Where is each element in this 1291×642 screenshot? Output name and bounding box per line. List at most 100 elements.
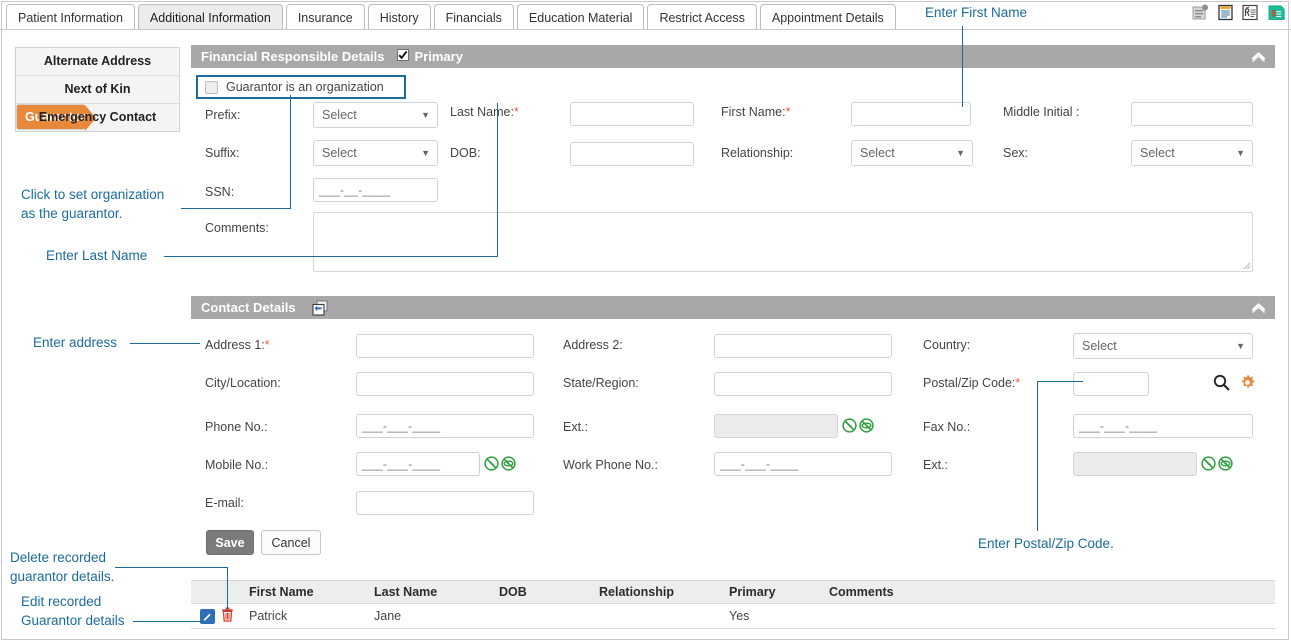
secondary-sidebar: Alternate Address Next of Kin Guarantor … (15, 47, 180, 132)
prescription-icon[interactable] (1242, 4, 1258, 21)
dob-label: DOB: (450, 146, 481, 160)
annotation-postal-leader-h (1037, 381, 1083, 382)
annotation-last-name-leader-v (497, 103, 498, 257)
ssn-input[interactable]: ___-__-____ (313, 178, 438, 202)
save-button[interactable]: Save (206, 530, 254, 555)
notes-icon[interactable] (1192, 4, 1209, 21)
sex-select[interactable]: Select ▼ (1131, 140, 1253, 166)
middle-initial-label: Middle Initial : (1003, 105, 1080, 119)
tab-appointment-details[interactable]: Appointment Details (759, 4, 896, 30)
chevron-up-icon[interactable] (1249, 299, 1267, 315)
clipboard-icon[interactable] (1218, 4, 1233, 21)
work-phone-input[interactable]: ___-___-____ (714, 452, 892, 476)
fax-input[interactable]: ___-___-____ (1073, 414, 1253, 438)
resize-grip-icon[interactable] (1242, 261, 1251, 270)
billing-icon[interactable]: $ (1267, 4, 1285, 21)
relationship-select-value: Select (860, 146, 895, 160)
annotation-first-name: Enter First Name (925, 5, 1028, 20)
cancel-button[interactable]: Cancel (261, 530, 321, 555)
no-sms-icon[interactable] (1201, 456, 1216, 474)
organization-checkbox[interactable] (205, 80, 218, 94)
mobile-mask: ___-___-____ (362, 457, 441, 471)
sidebar-item-alternate-address[interactable]: Alternate Address (16, 48, 179, 76)
main-tabstrip: Patient Information Additional Informati… (6, 2, 899, 30)
suffix-select[interactable]: Select ▼ (313, 140, 438, 166)
postal-label: Postal/Zip Code:* (923, 376, 1021, 390)
phone-mask: ___-___-____ (362, 419, 441, 433)
fax-label: Fax No.: (923, 420, 971, 434)
no-call-icon[interactable] (859, 418, 874, 436)
last-name-label: Last Name:* (450, 105, 519, 119)
table-header-dob: DOB (499, 585, 527, 599)
tab-restrict-access[interactable]: Restrict Access (647, 4, 757, 30)
ssn-label: SSN: (205, 185, 235, 199)
annotation-edit: Edit recorded Guarantor details (21, 594, 125, 628)
tab-financials[interactable]: Financials (433, 4, 514, 30)
state-input[interactable] (714, 372, 892, 396)
postal-input[interactable] (1073, 372, 1149, 396)
table-row[interactable]: Patrick Jane Yes (191, 604, 1275, 629)
organization-checkbox-label: Guarantor is an organization (226, 80, 384, 94)
sidebar-item-emergency-contact[interactable]: Emergency Contact (16, 104, 179, 131)
phone-input[interactable]: ___-___-____ (356, 414, 534, 438)
email-input[interactable] (356, 491, 534, 515)
table-header-last-name: Last Name (374, 585, 438, 599)
middle-initial-input[interactable] (1131, 102, 1253, 126)
row-last-name: Jane (374, 609, 402, 623)
tab-history[interactable]: History (367, 4, 431, 30)
email-label: E-mail: (205, 496, 244, 510)
row-primary: Yes (729, 609, 750, 623)
chevron-down-icon: ▼ (1236, 341, 1245, 351)
relationship-label: Relationship: (721, 146, 794, 160)
address2-input[interactable] (714, 334, 892, 358)
table-header-relationship: Relationship (599, 585, 675, 599)
row-first-name: Patrick (249, 609, 288, 623)
gear-icon[interactable] (1239, 374, 1256, 394)
city-input[interactable] (356, 372, 534, 396)
sex-select-value: Select (1140, 146, 1175, 160)
mobile-contact-preference-icons (484, 456, 516, 474)
dob-input[interactable] (570, 142, 694, 166)
search-icon[interactable] (1213, 374, 1230, 394)
address1-input[interactable] (356, 334, 534, 358)
primary-checkbox[interactable] (396, 49, 409, 64)
tab-additional-information[interactable]: Additional Information (137, 4, 283, 30)
mobile-label: Mobile No.: (205, 458, 269, 472)
last-name-input[interactable] (570, 102, 694, 126)
ext2-contact-preference-icons (1201, 456, 1233, 474)
financial-panel-title: Financial Responsible Details (201, 49, 385, 64)
work-phone-label: Work Phone No.: (563, 458, 658, 472)
first-name-input[interactable] (851, 102, 971, 126)
annotation-postal-leader-v (1037, 381, 1038, 531)
no-sms-icon[interactable] (842, 418, 857, 436)
tab-patient-information[interactable]: Patient Information (6, 4, 135, 30)
tab-education-material[interactable]: Education Material (516, 4, 645, 30)
country-label: Country: (923, 338, 971, 352)
no-call-icon[interactable] (1218, 456, 1233, 474)
relationship-select[interactable]: Select ▼ (851, 140, 973, 166)
no-call-icon[interactable] (501, 456, 516, 474)
country-select[interactable]: Select ▼ (1073, 333, 1253, 359)
annotation-organization: Click to set organization as the guarant… (21, 187, 165, 221)
chevron-down-icon: ▼ (421, 110, 430, 120)
state-label: State/Region: (563, 376, 639, 390)
tab-insurance[interactable]: Insurance (285, 4, 365, 30)
annotation-organization-leader-v (290, 95, 291, 209)
copy-address-icon[interactable] (312, 300, 329, 316)
comments-textarea[interactable] (313, 212, 1253, 272)
fax-mask: ___-___-____ (1079, 419, 1158, 433)
annotation-address: Enter address (33, 335, 118, 350)
organization-checkbox-highlight[interactable]: Guarantor is an organization (196, 75, 406, 99)
contact-panel-title: Contact Details (201, 300, 296, 315)
tabstrip-divider (0, 29, 1291, 30)
chevron-up-icon[interactable] (1249, 48, 1267, 64)
mobile-input[interactable]: ___-___-____ (356, 452, 480, 476)
prefix-select-value: Select (322, 108, 357, 122)
no-sms-icon[interactable] (484, 456, 499, 474)
table-header-primary: Primary (729, 585, 776, 599)
prefix-select[interactable]: Select ▼ (313, 102, 438, 128)
table-header-comments: Comments (829, 585, 894, 599)
annotation-delete-leader-v (227, 567, 228, 612)
sidebar-item-next-of-kin[interactable]: Next of Kin (16, 76, 179, 104)
guarantor-table: First Name Last Name DOB Relationship Pr… (191, 580, 1275, 629)
